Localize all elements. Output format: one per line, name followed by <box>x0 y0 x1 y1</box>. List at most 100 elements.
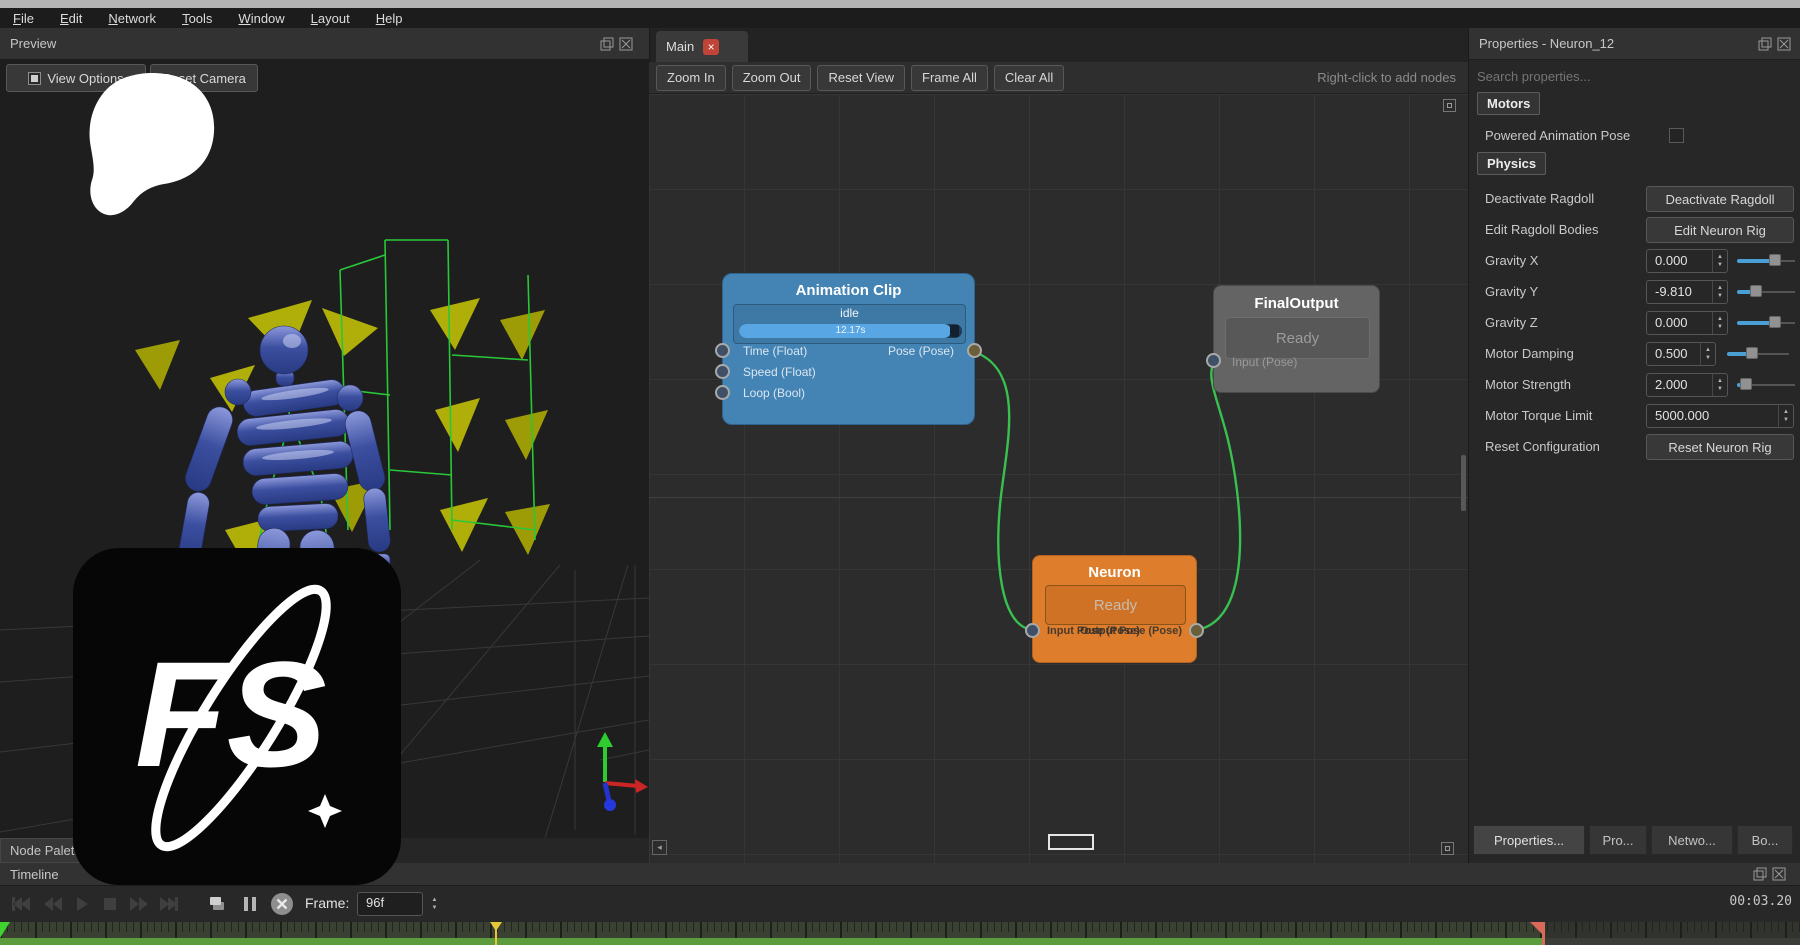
gravity-x-field[interactable]: 0.000▲▼ <box>1646 249 1728 273</box>
reset-neuron-rig-button[interactable]: Reset Neuron Rig <box>1646 434 1794 460</box>
range-start-marker[interactable] <box>0 922 10 938</box>
motor-torque-limit-field[interactable]: 5000.000▲▼ <box>1646 404 1794 428</box>
preview-panel-header: Preview <box>0 28 649 60</box>
spinner-arrows[interactable]: ▲▼ <box>1712 250 1727 272</box>
final-output-status: Ready <box>1276 330 1319 347</box>
pause-icon[interactable] <box>243 896 257 912</box>
gravity-x-slider[interactable] <box>1737 254 1795 268</box>
menu-layout[interactable]: Layout <box>298 10 363 27</box>
axis-gizmo <box>597 732 648 811</box>
deactivate-ragdoll-button[interactable]: Deactivate Ragdoll <box>1646 186 1794 212</box>
spinner-arrows[interactable]: ▲▼ <box>1712 374 1727 396</box>
canvas-expand-icon-bottom[interactable] <box>1441 842 1454 855</box>
close-panel-icon[interactable] <box>619 37 633 51</box>
port-loop-input[interactable] <box>715 385 730 400</box>
port-neuron-input[interactable] <box>1025 623 1040 638</box>
ruler-bottom-strip <box>0 938 1544 945</box>
range-end-marker-flag[interactable] <box>1530 922 1542 934</box>
powered-animation-pose-label: Powered Animation Pose <box>1485 128 1630 143</box>
tab-pro[interactable]: Pro... <box>1589 825 1647 855</box>
tab-main[interactable]: Main × <box>656 31 748 62</box>
rewind-button[interactable] <box>42 896 64 912</box>
section-header-physics[interactable]: Physics <box>1477 152 1546 175</box>
deactivate-ragdoll-label: Deactivate Ragdoll <box>1485 191 1594 206</box>
motor-damping-field[interactable]: 0.500▲▼ <box>1646 342 1716 366</box>
frame-spinner-arrows[interactable]: ▲▼ <box>427 892 442 916</box>
tab-netwo[interactable]: Netwo... <box>1651 825 1733 855</box>
tab-close-icon[interactable]: × <box>703 39 719 55</box>
menu-window[interactable]: Window <box>225 10 297 27</box>
edit-neuron-rig-button[interactable]: Edit Neuron Rig <box>1646 217 1794 243</box>
node-canvas[interactable]: Animation Clip idle 12.17s Time (Float) … <box>649 94 1468 863</box>
cancel-circle-icon[interactable] <box>270 892 294 916</box>
reset-view-button[interactable]: Reset View <box>817 65 905 91</box>
motor-damping-slider[interactable] <box>1727 347 1789 361</box>
clear-all-button[interactable]: Clear All <box>994 65 1064 91</box>
menu-edit[interactable]: Edit <box>47 10 95 27</box>
view-options-checkbox-icon <box>28 72 41 85</box>
section-header-motors[interactable]: Motors <box>1477 92 1540 115</box>
tab-properties[interactable]: Properties... <box>1473 825 1585 855</box>
gravity-z-field[interactable]: 0.000▲▼ <box>1646 311 1728 335</box>
canvas-vscrollbar[interactable] <box>1461 455 1466 511</box>
node-final-output[interactable]: FinalOutput Ready Input (Pose) <box>1213 285 1380 393</box>
skip-start-button[interactable] <box>10 896 32 912</box>
search-properties-input[interactable] <box>1477 64 1793 88</box>
spinner-arrows[interactable]: ▲▼ <box>1712 312 1727 334</box>
edit-ragdoll-bodies-label: Edit Ragdoll Bodies <box>1485 222 1598 237</box>
clip-name[interactable]: idle <box>734 306 965 320</box>
range-end-marker[interactable] <box>1542 922 1545 945</box>
playhead-marker-cap[interactable] <box>490 922 502 931</box>
canvas-minimap-rect[interactable] <box>1048 834 1094 850</box>
port-pose-output[interactable] <box>967 343 982 358</box>
close-panel-icon[interactable] <box>1772 867 1786 881</box>
property-row: Motor Strength 2.000▲▼ <box>1469 371 1800 402</box>
fast-forward-button[interactable] <box>128 896 150 912</box>
stop-button[interactable] <box>102 896 118 912</box>
node-animation-clip-title: Animation Clip <box>723 282 974 299</box>
port-speed-input[interactable] <box>715 364 730 379</box>
zoom-in-button[interactable]: Zoom In <box>656 65 726 91</box>
port-finaloutput-input[interactable] <box>1206 353 1221 368</box>
neuron-inner-box: Ready <box>1045 585 1186 625</box>
node-animation-clip[interactable]: Animation Clip idle 12.17s Time (Float) … <box>722 273 975 425</box>
reset-configuration-label: Reset Configuration <box>1485 439 1600 454</box>
float-panel-icon[interactable] <box>600 37 614 51</box>
powered-animation-pose-checkbox[interactable] <box>1669 128 1684 143</box>
canvas-expand-icon-top[interactable] <box>1443 99 1456 112</box>
zoom-out-button[interactable]: Zoom Out <box>732 65 812 91</box>
frame-label: Frame: <box>305 895 349 911</box>
node-neuron[interactable]: Neuron Ready Input Pose (Pose) Output Po… <box>1032 555 1197 663</box>
motor-strength-field[interactable]: 2.000▲▼ <box>1646 373 1728 397</box>
clip-progress-track[interactable]: 12.17s <box>739 324 962 338</box>
menu-network[interactable]: Network <box>95 10 169 27</box>
node-wires <box>649 94 1468 863</box>
canvas-scroll-left-icon[interactable]: ◂ <box>652 840 667 855</box>
spinner-arrows[interactable]: ▲▼ <box>1712 281 1727 303</box>
spinner-arrows[interactable]: ▲▼ <box>1778 405 1793 427</box>
play-button[interactable] <box>74 896 90 912</box>
skip-end-button[interactable] <box>158 896 180 912</box>
gravity-z-slider[interactable] <box>1737 316 1795 330</box>
timeline-ruler[interactable] <box>0 922 1800 945</box>
layers-icon[interactable] <box>208 895 226 912</box>
property-row: Motor Damping 0.500▲▼ <box>1469 340 1800 371</box>
gravity-y-field[interactable]: -9.810▲▼ <box>1646 280 1728 304</box>
menu-help[interactable]: Help <box>363 10 416 27</box>
port-neuron-output[interactable] <box>1189 623 1204 638</box>
menu-tools[interactable]: Tools <box>169 10 225 27</box>
motor-strength-slider[interactable] <box>1737 378 1795 392</box>
frame-all-button[interactable]: Frame All <box>911 65 988 91</box>
float-panel-icon[interactable] <box>1753 867 1767 881</box>
property-row: Gravity X 0.000▲▼ <box>1469 247 1800 278</box>
port-time-input[interactable] <box>715 343 730 358</box>
frame-value-field[interactable]: 96f <box>357 892 423 916</box>
gravity-y-slider[interactable] <box>1737 285 1795 299</box>
tab-bo[interactable]: Bo... <box>1737 825 1793 855</box>
close-panel-icon[interactable] <box>1777 37 1791 51</box>
float-panel-icon[interactable] <box>1758 37 1772 51</box>
properties-panel-header: Properties - Neuron_12 <box>1469 28 1800 60</box>
spinner-arrows[interactable]: ▲▼ <box>1700 343 1715 365</box>
node-final-output-title: FinalOutput <box>1214 295 1379 312</box>
menu-file[interactable]: File <box>0 10 47 27</box>
